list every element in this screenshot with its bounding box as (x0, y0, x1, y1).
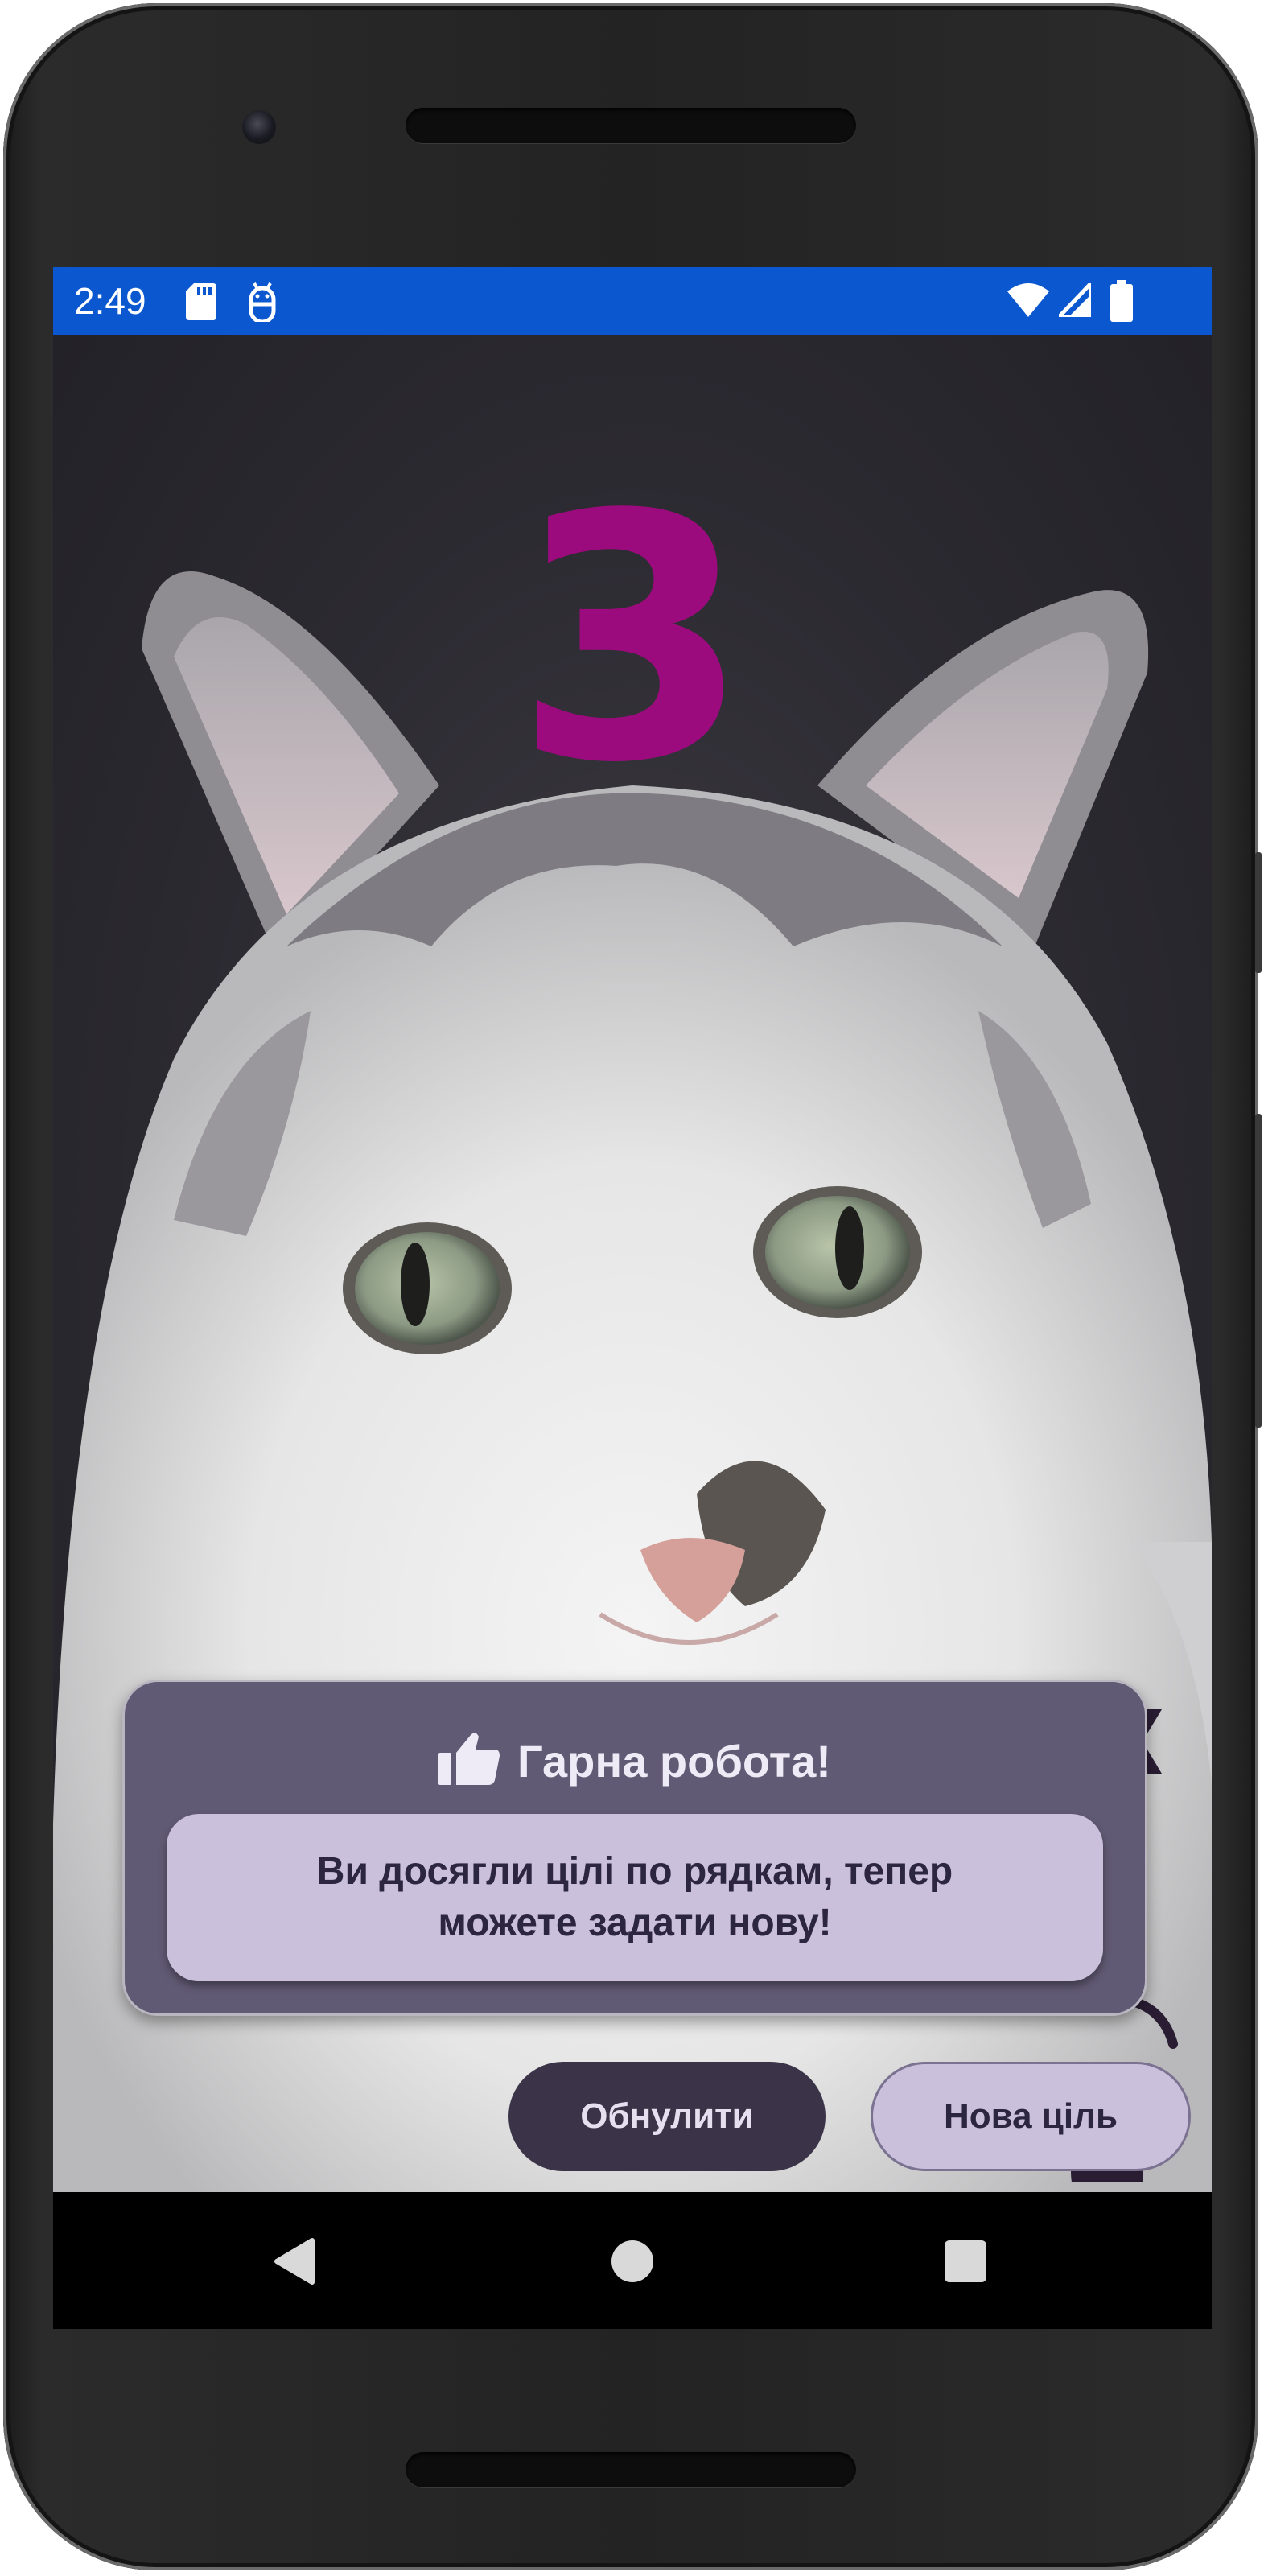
achievement-dialog: Гарна робота! Ви досягли цілі по рядкам,… (122, 1680, 1147, 2016)
phone-frame: 2:49 3 Гарна робота! Ви досягли цілі по … (3, 3, 1262, 2570)
status-bar: 2:49 (53, 267, 1212, 335)
navigation-bar (53, 2192, 1212, 2329)
top-speaker (406, 108, 856, 143)
home-icon[interactable] (611, 2240, 653, 2282)
goal-counter: 3 (514, 443, 751, 837)
volume-button (1255, 1114, 1262, 1428)
new-goal-button[interactable]: Нова ціль (871, 2062, 1191, 2171)
wifi-icon (1007, 283, 1049, 317)
dialog-message-line2: можете задати нову! (438, 1902, 832, 1944)
dialog-message-line1: Ви досягли цілі по рядкам, тепер (316, 1850, 953, 1893)
android-debug-icon (249, 282, 276, 322)
status-time: 2:49 (74, 280, 146, 322)
signal-icon (1059, 283, 1091, 317)
screen: 2:49 3 Гарна робота! Ви досягли цілі по … (53, 267, 1212, 2329)
recents-icon[interactable] (945, 2240, 986, 2282)
front-camera (242, 110, 276, 144)
power-button (1255, 852, 1262, 973)
thumbs-up-icon (438, 1733, 500, 1785)
bottom-speaker (406, 2452, 856, 2487)
sd-card-icon (186, 283, 216, 320)
dialog-title: Гарна робота! (125, 1732, 1145, 1787)
dialog-title-text: Гарна робота! (517, 1736, 831, 1787)
reset-button[interactable]: Обнулити (508, 2062, 826, 2171)
battery-icon (1110, 280, 1133, 322)
dialog-message: Ви досягли цілі по рядкам, тепер можете … (167, 1814, 1103, 1981)
back-icon[interactable] (272, 2237, 315, 2285)
